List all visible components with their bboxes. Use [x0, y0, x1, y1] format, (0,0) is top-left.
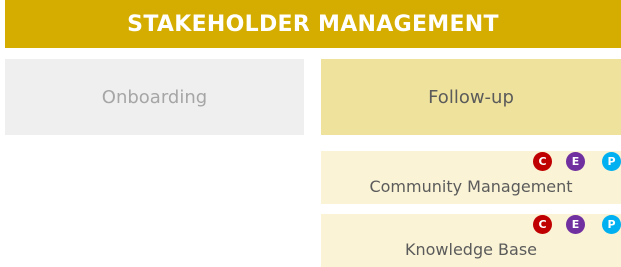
knowledge-base-label: Knowledge Base [405, 240, 537, 259]
community-management-box: C E P Community Management [321, 151, 621, 204]
diagram-title: STAKEHOLDER MANAGEMENT [5, 0, 621, 48]
onboarding-label: Onboarding [101, 86, 208, 108]
badge-e-icon: E [566, 215, 585, 234]
badge-p-icon: P [602, 152, 621, 171]
follow-up-box: Follow-up [321, 59, 621, 135]
badge-c-icon: C [533, 152, 552, 171]
community-management-label: Community Management [369, 177, 573, 196]
badge-e-icon: E [566, 152, 585, 171]
onboarding-box: Onboarding [5, 59, 304, 135]
badge-c-icon: C [533, 215, 552, 234]
follow-up-label: Follow-up [428, 86, 514, 108]
badge-p-icon: P [602, 215, 621, 234]
knowledge-base-box: C E P Knowledge Base [321, 214, 621, 267]
